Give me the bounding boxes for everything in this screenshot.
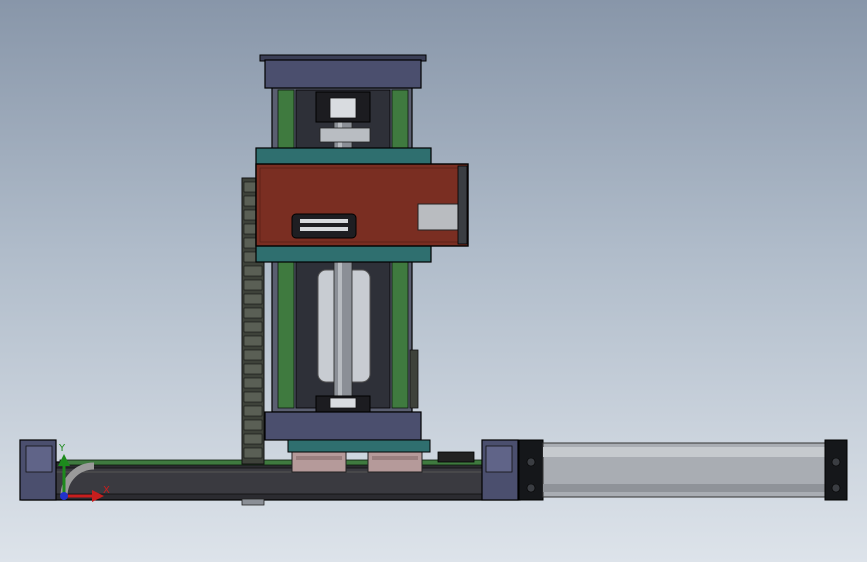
bottom-end-cap bbox=[264, 411, 431, 453]
cable-chain-link bbox=[243, 377, 263, 389]
cable-chain-link bbox=[243, 293, 263, 305]
cable-chain-link bbox=[243, 321, 263, 333]
cable-chain-link bbox=[243, 307, 263, 319]
axis-y-label: Y bbox=[59, 443, 66, 454]
cable-chain-link bbox=[243, 279, 263, 291]
top-end-cap bbox=[259, 54, 427, 89]
cable-chain-link bbox=[243, 391, 263, 403]
cable-chain-link bbox=[243, 363, 263, 375]
cable-chain-link bbox=[243, 419, 263, 431]
carriage-assembly bbox=[255, 147, 469, 263]
cable-chain-link bbox=[243, 349, 263, 361]
pneumatic-cylinder bbox=[518, 439, 848, 501]
cable-chain-link bbox=[243, 265, 263, 277]
cad-viewport[interactable]: Y X bbox=[0, 0, 867, 562]
origin-marker bbox=[60, 492, 68, 500]
linear-module-assembly bbox=[19, 54, 848, 506]
cable-chain-link bbox=[243, 335, 263, 347]
cable-chain-link bbox=[243, 405, 263, 417]
cable-chain-link bbox=[243, 433, 263, 445]
axis-x-label: X bbox=[103, 485, 110, 496]
cable-chain-link bbox=[243, 447, 263, 459]
